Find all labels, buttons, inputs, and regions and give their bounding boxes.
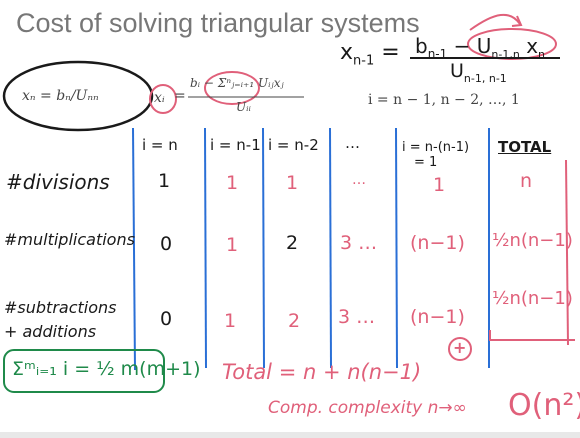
total-line: Total = n + n(n−1) [222,360,422,384]
header-i-n: i = n [142,136,178,154]
plus-mark: + [453,338,467,357]
formula-range: i = n − 1, n − 2, …, 1 [368,92,520,108]
header-i-n-1: i = n-1 [210,136,261,154]
formula-xi-numerator: bᵢ − Σⁿⱼ₌ᵢ₊₁ Uᵢⱼxⱼ [190,76,284,90]
cell-mul-1: 1 [226,234,239,256]
header-ellipsis: … [345,134,360,152]
cell-sub-1: 1 [224,310,237,332]
formula-xn-1-numerator: bn-1 − Un-1,n xn [415,34,546,61]
cell-div-0: 1 [158,170,171,192]
header-equals-1: = 1 [414,155,438,170]
complexity-line: Comp. complexity n→∞ [268,398,467,418]
row-label-divisions: #divisions [6,170,110,194]
cell-mul-4: (n−1) [410,232,465,254]
row-label-additions: + additions [4,322,97,341]
formula-xn: xₙ = bₙ/Uₙₙ [22,88,99,104]
formula-xn-1-lhs: xn-1 = [340,40,400,69]
big-o-result: O(n²) [508,388,580,423]
cell-sub-3: 3 … [338,306,376,328]
cell-sub-0: 0 [160,308,173,330]
cell-mul-0: 0 [160,233,173,255]
header-i-n-2: i = n-2 [268,136,319,154]
sum-formula: Σᵐᵢ₌₁ i = ½ m(m+1) [12,358,201,380]
arrow-annotation [469,14,521,31]
cell-div-1: 1 [226,172,239,194]
formula-xn-1-denominator: Un-1, n-1 [450,60,507,85]
cell-mul-total: ½n(n−1) [492,230,573,251]
cell-div-2: 1 [286,172,299,194]
cell-div-3: … [352,172,366,188]
row-label-multiplications: #multiplications [4,230,135,249]
bottom-scrollbar[interactable] [0,432,580,438]
row-label-subtractions: #subtractions [4,298,117,317]
cell-sub-4: (n−1) [410,306,465,328]
formula-xi-lhs: xᵢ [154,90,165,106]
cell-mul-2: 2 [286,232,299,254]
formula-xi-denominator: Uᵢᵢ [236,100,251,114]
cell-sub-2: 2 [288,310,301,332]
cell-div-4: 1 [433,174,446,196]
header-total: TOTAL [498,138,552,156]
header-i-n-n-1: i = n-(n-1) [402,140,470,155]
cell-sub-total: ½n(n−1) [492,288,573,309]
cell-mul-3: 3 … [340,232,378,254]
cell-div-total: n [520,170,533,192]
